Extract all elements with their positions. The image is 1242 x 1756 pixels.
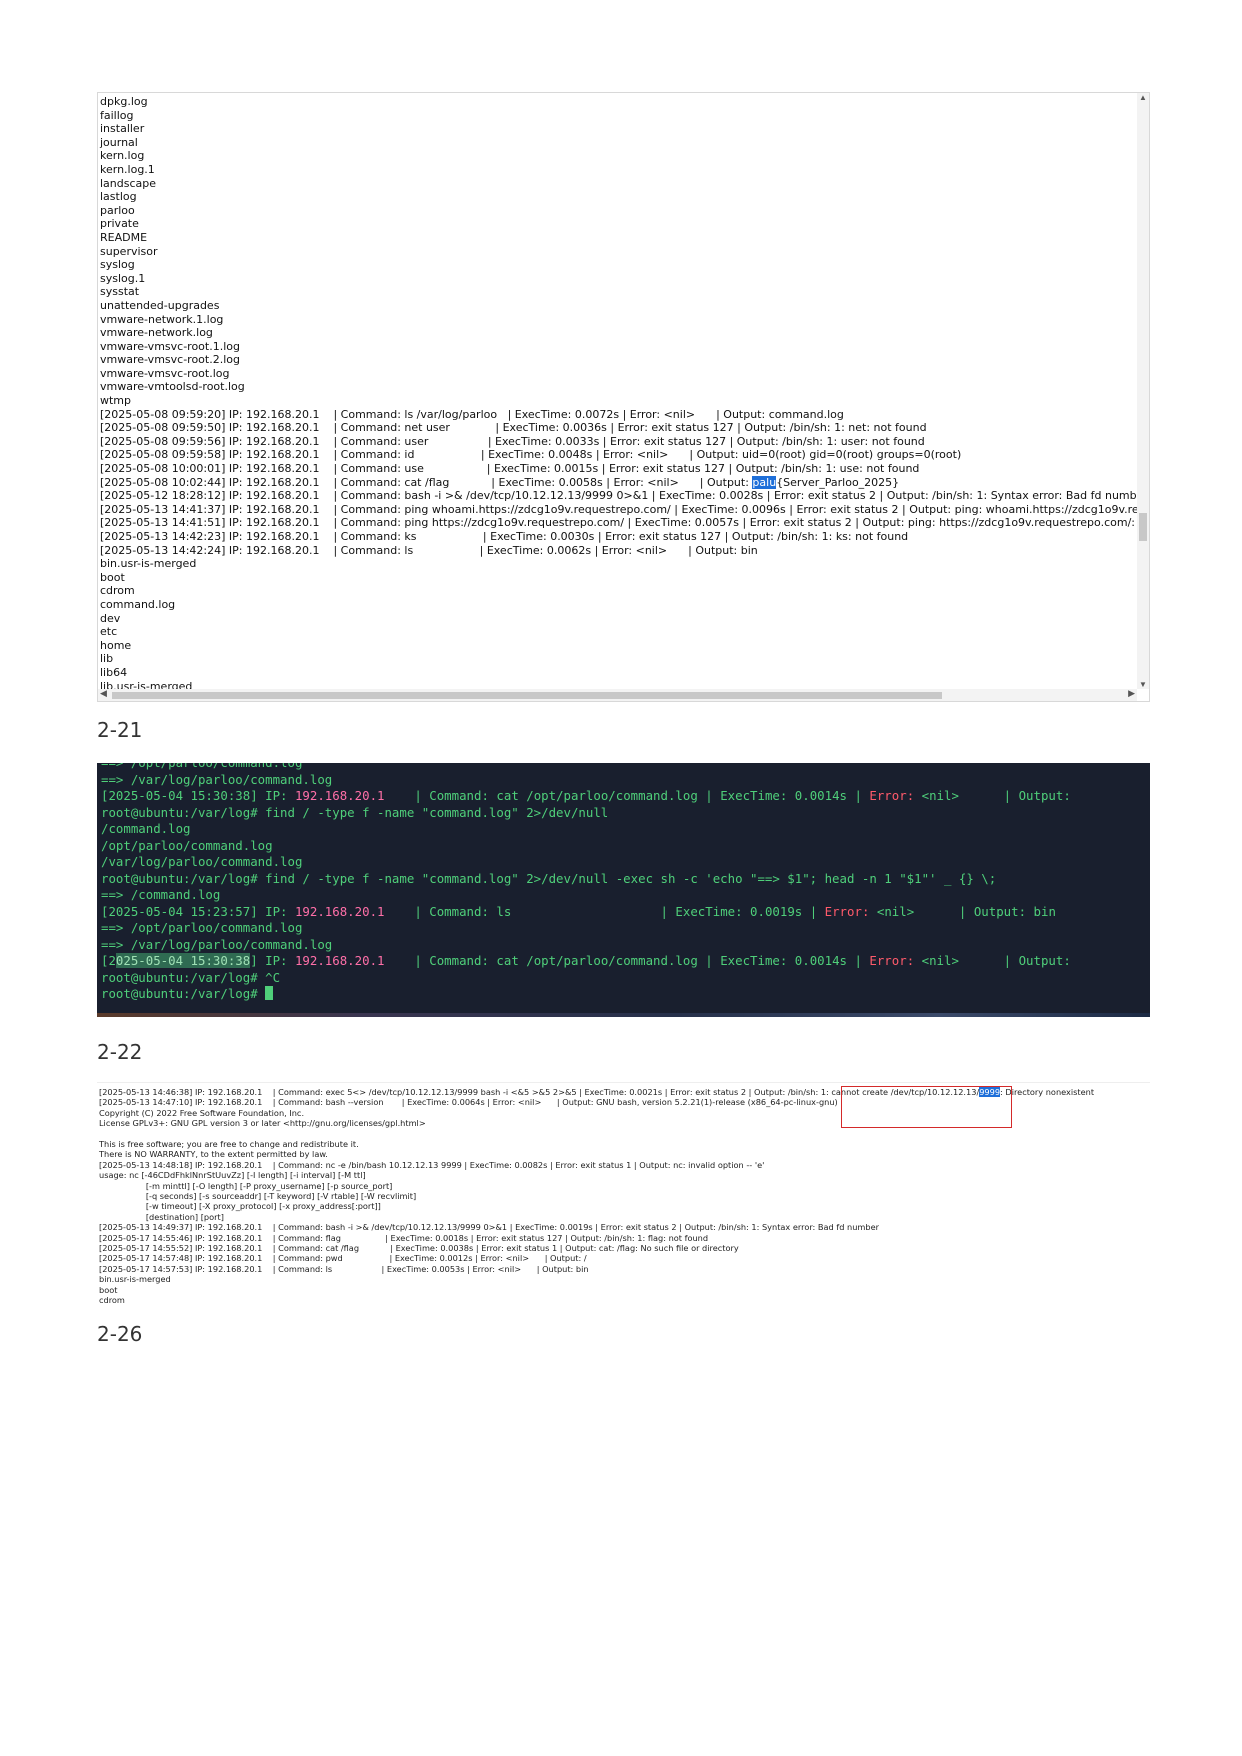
list-line: supervisor bbox=[100, 244, 158, 258]
list-line: vmware-vmtoolsd-root.log bbox=[100, 380, 245, 394]
desktop-strip bbox=[97, 1013, 1150, 1017]
figure-caption-2: 2-22 bbox=[97, 1040, 143, 1064]
horizontal-scrollbar[interactable]: ◀ ▶ bbox=[98, 688, 1137, 701]
list-line: kern.log.1 bbox=[100, 162, 155, 176]
flag-highlight: palu bbox=[752, 475, 777, 489]
terminal-line: root@ubuntu:/var/log# find / -type f -na… bbox=[101, 870, 997, 886]
list-line: lastlog bbox=[100, 190, 137, 204]
log-line: cdrom bbox=[99, 1295, 125, 1304]
list-line: wtmp bbox=[100, 394, 132, 408]
flag-value: {Server_Parloo_2025} bbox=[776, 475, 900, 489]
list-line: installer bbox=[100, 122, 145, 136]
annotation-box bbox=[841, 1086, 1012, 1128]
terminal-line: root@ubuntu:/var/log# ^C bbox=[101, 969, 281, 985]
terminal-line: ==> /var/log/parloo/command.log bbox=[101, 936, 333, 952]
terminal-line: [2025-05-04 15:30:38] IP: 192.168.20.1 |… bbox=[101, 788, 1071, 803]
list-line: vmware-vmsvc-root.2.log bbox=[100, 353, 240, 367]
log-line: bin.usr-is-merged bbox=[99, 1274, 171, 1285]
log-line: [2025-05-13 14:48:18] IP: 192.168.20.1 |… bbox=[99, 1159, 765, 1170]
list-line: vmware-vmsvc-root.1.log bbox=[100, 339, 240, 353]
log-listing-content: dpkg.log faillog installer journal kern.log k… bbox=[98, 95, 1137, 689]
terminal-line: ==> /opt/parloo/command.log bbox=[101, 920, 303, 935]
list-line: [2025-05-08 09:59:20] IP: 192.168.20.1 |… bbox=[100, 407, 844, 421]
terminal-prompt[interactable]: root@ubuntu:/var/log# bbox=[97, 986, 1150, 1003]
list-line: README bbox=[100, 230, 148, 244]
list-line: [2025-05-12 18:28:12] IP: 192.168.20.1 |… bbox=[100, 489, 1137, 503]
list-line: syslog bbox=[100, 258, 135, 272]
horizontal-scroll-thumb[interactable] bbox=[112, 692, 942, 699]
log-line: boot bbox=[99, 1284, 118, 1295]
list-line: lib bbox=[100, 652, 114, 666]
log-line: [2025-05-17 14:57:53] IP: 192.168.20.1 |… bbox=[99, 1263, 589, 1274]
log-line: usage: nc [-46CDdFhklNnrStUuvZz] [-I len… bbox=[99, 1170, 366, 1181]
scroll-right-icon[interactable]: ▶ bbox=[1128, 688, 1135, 699]
list-line: lib.usr-is-merged bbox=[100, 679, 193, 689]
list-line: bin.usr-is-merged bbox=[100, 557, 197, 571]
log-line: [2025-05-17 14:55:46] IP: 192.168.20.1 |… bbox=[99, 1232, 709, 1243]
terminal-line: [2025-05-04 15:30:38] IP: 192.168.20.1 |… bbox=[101, 953, 1071, 968]
terminal-line: /var/log/parloo/command.log bbox=[101, 854, 303, 869]
figure-caption-1: 2-21 bbox=[97, 718, 143, 742]
list-line: vmware-vmsvc-root.log bbox=[100, 366, 230, 380]
list-line: journal bbox=[100, 135, 138, 149]
terminal-line: /opt/parloo/command.log bbox=[101, 837, 273, 853]
log-line: This is free software; you are free to c… bbox=[99, 1139, 359, 1150]
list-line: [2025-05-08 09:59:58] IP: 192.168.20.1 |… bbox=[100, 448, 962, 462]
terminal-line: ==> /var/log/parloo/command.log bbox=[101, 771, 333, 787]
list-line: landscape bbox=[100, 176, 157, 190]
list-line: kern.log bbox=[100, 149, 145, 163]
terminal-line: ==> /command.log bbox=[101, 887, 221, 902]
list-line: [2025-05-08 10:00:01] IP: 192.168.20.1 |… bbox=[100, 462, 920, 476]
list-line: cdrom bbox=[100, 584, 135, 598]
vertical-scroll-thumb[interactable] bbox=[1139, 513, 1147, 541]
selected-text: 025-05-04 15:30:38 bbox=[115, 953, 251, 968]
list-line: [2025-05-13 14:42:24] IP: 192.168.20.1 |… bbox=[100, 543, 758, 557]
list-line: [2025-05-08 09:59:50] IP: 192.168.20.1 |… bbox=[100, 421, 927, 435]
terminal-line: root@ubuntu:/var/log# find / -type f -na… bbox=[101, 804, 609, 820]
log-line: [2025-05-17 14:55:52] IP: 192.168.20.1 |… bbox=[99, 1243, 739, 1254]
list-line: vmware-network.log bbox=[100, 326, 213, 340]
vertical-scrollbar[interactable]: ▲ ▼ bbox=[1137, 93, 1149, 689]
list-line: etc bbox=[100, 625, 118, 639]
list-line: dpkg.log bbox=[100, 95, 148, 108]
list-line: boot bbox=[100, 570, 125, 584]
scroll-down-icon[interactable]: ▼ bbox=[1137, 680, 1149, 689]
figure-caption-3: 2-26 bbox=[97, 1322, 143, 1346]
terminal-line: /command.log bbox=[101, 821, 191, 836]
list-line: vmware-network.1.log bbox=[100, 312, 224, 326]
list-line: lib64 bbox=[100, 665, 128, 679]
log-line: [2025-05-13 14:49:37] IP: 192.168.20.1 |… bbox=[99, 1222, 879, 1233]
scroll-up-icon[interactable]: ▲ bbox=[1137, 93, 1149, 102]
log-line: [-q seconds] [-s sourceaddr] [-T keyword… bbox=[99, 1191, 417, 1202]
log-line: [-w timeout] [-X proxy_protocol] [-x pro… bbox=[99, 1201, 381, 1212]
list-line: sysstat bbox=[100, 285, 140, 299]
log-line: [-m minttl] [-O length] [-P proxy_userna… bbox=[99, 1180, 393, 1191]
list-line: [2025-05-13 14:41:51] IP: 192.168.20.1 |… bbox=[100, 516, 1135, 530]
list-line: unattended-upgrades bbox=[100, 298, 220, 312]
log-lines: [2025-05-13 14:47:10] IP: 192.168.20.1 |… bbox=[97, 1097, 1150, 1304]
list-line: [2025-05-08 10:02:44] IP: 192.168.20.1 |… bbox=[100, 475, 900, 489]
terminal-window[interactable]: ==> /opt/parloo/command.log ==> /var/log… bbox=[97, 763, 1150, 1017]
scroll-left-icon[interactable]: ◀ bbox=[100, 688, 107, 699]
list-line: dev bbox=[100, 611, 121, 625]
list-line: [2025-05-13 14:42:23] IP: 192.168.20.1 |… bbox=[100, 530, 909, 543]
log-line: [2025-05-17 14:57:48] IP: 192.168.20.1 |… bbox=[99, 1253, 587, 1264]
list-line: private bbox=[100, 217, 139, 231]
list-line: [2025-05-08 09:59:56] IP: 192.168.20.1 |… bbox=[100, 434, 925, 448]
list-line: faillog bbox=[100, 108, 134, 122]
log-line: [destination] [port] bbox=[99, 1211, 224, 1222]
log-output-panel: [2025-05-13 14:46:38] IP: 192.168.20.1 |… bbox=[97, 1082, 1150, 1304]
list-line: home bbox=[100, 638, 132, 652]
list-line: syslog.1 bbox=[100, 271, 146, 285]
list-line: [2025-05-13 14:41:37] IP: 192.168.20.1 |… bbox=[100, 502, 1137, 516]
log-listing-window: dpkg.log faillog installer journal kern.log k… bbox=[97, 92, 1150, 702]
list-line: command.log bbox=[100, 597, 176, 611]
log-line: There is NO WARRANTY, to the extent perm… bbox=[99, 1149, 328, 1160]
terminal-line: [2025-05-04 15:23:57] IP: 192.168.20.1 |… bbox=[101, 903, 1056, 919]
terminal-line: ==> /opt/parloo/command.log bbox=[97, 763, 1150, 772]
terminal-cursor bbox=[265, 986, 274, 1000]
list-line: parloo bbox=[100, 203, 135, 217]
